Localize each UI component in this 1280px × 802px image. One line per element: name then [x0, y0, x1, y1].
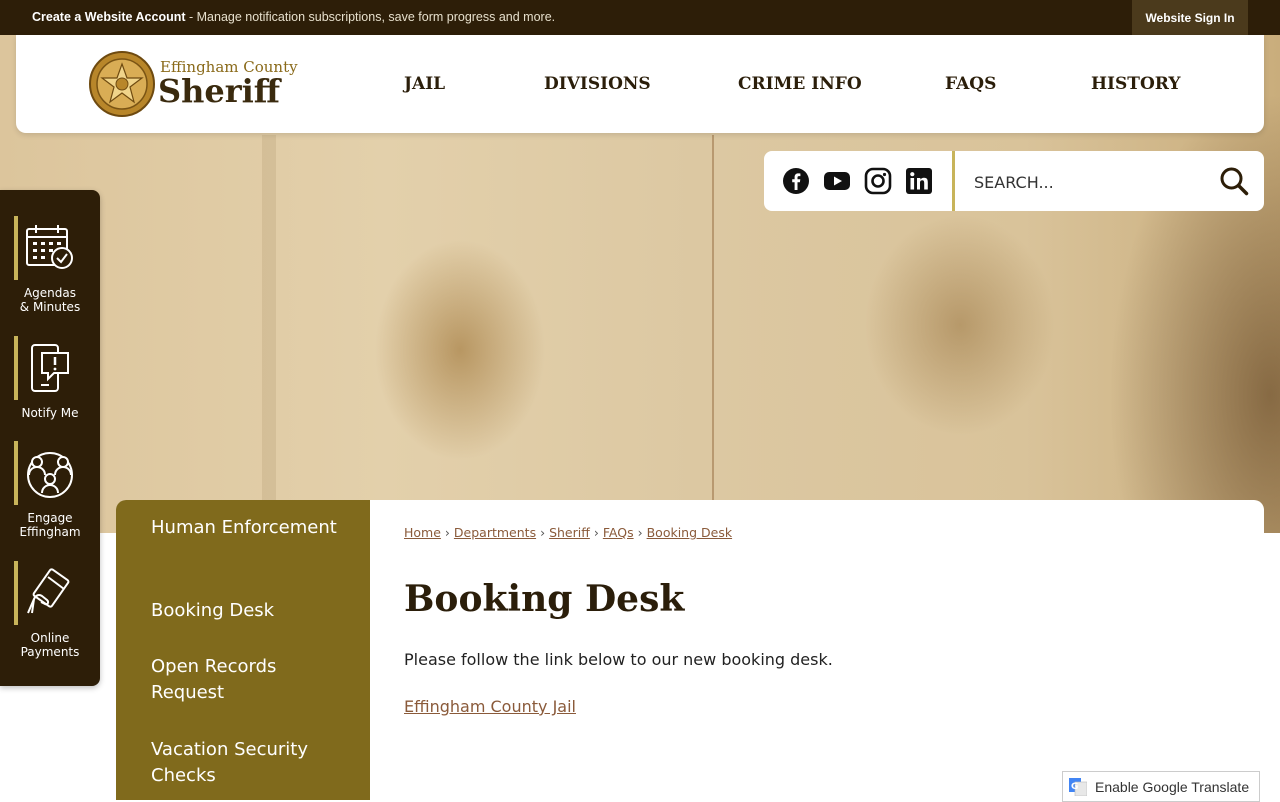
google-translate-button[interactable]: G Enable Google Translate — [1062, 771, 1260, 802]
svg-text:G: G — [1071, 782, 1078, 792]
sidebar-item-open-records-request[interactable]: Open Records Request — [151, 654, 341, 706]
hand-card-icon — [27, 568, 70, 614]
linkedin-icon[interactable] — [905, 167, 933, 195]
hero-texture — [262, 135, 276, 533]
calendar-check-icon — [26, 225, 73, 269]
quick-link-accent — [14, 216, 18, 280]
quick-link-label: Notify Me — [21, 406, 79, 420]
breadcrumb-faqs[interactable]: FAQs — [603, 525, 634, 540]
quick-link-accent — [14, 561, 18, 625]
create-account-description: - Manage notification subscriptions, sav… — [185, 10, 556, 24]
social-search-bar — [764, 151, 1264, 211]
search-input[interactable] — [972, 170, 1196, 194]
youtube-icon[interactable] — [823, 167, 851, 195]
phone-alert-icon — [31, 344, 69, 392]
sidebar-item-human-enforcement[interactable]: Human Enforcement — [151, 515, 341, 541]
quick-link-label: Agendas & Minutes — [19, 286, 81, 314]
search-divider — [952, 151, 955, 211]
nav-crime-info[interactable]: CRIME INFO — [738, 35, 862, 133]
facebook-icon[interactable] — [782, 167, 810, 195]
sidebar-item-vacation-security-checks[interactable]: Vacation Security Checks — [151, 737, 341, 789]
google-translate-icon: G — [1069, 777, 1087, 796]
quick-link-label: Engage Effingham — [19, 511, 81, 539]
sheriff-badge-icon — [89, 51, 155, 117]
breadcrumb-departments[interactable]: Departments — [454, 525, 536, 540]
logo-sheriff-text: Sheriff — [158, 72, 281, 110]
nav-divisions[interactable]: DIVISIONS — [544, 35, 651, 133]
breadcrumb-sheriff[interactable]: Sheriff — [549, 525, 590, 540]
breadcrumb-separator: › — [593, 525, 599, 540]
quick-link-label: Online Payments — [20, 631, 80, 659]
quick-link-engage-effingham[interactable]: Engage Effingham — [0, 441, 100, 551]
effingham-county-jail-link[interactable]: Effingham County Jail — [404, 697, 576, 716]
hero-crease — [712, 135, 714, 533]
create-account-link[interactable]: Create a Website Account — [32, 10, 186, 24]
breadcrumb: Home › Departments › Sheriff › FAQs › Booking De… — [404, 525, 732, 540]
quick-link-online-payments[interactable]: Online Payments — [0, 561, 100, 671]
sheriff-logo[interactable]: Effingham County Sheriff — [88, 50, 308, 120]
sidebar-item-booking-desk[interactable]: Booking Desk — [151, 598, 341, 624]
quick-link-notify-me[interactable]: Notify Me — [0, 336, 100, 446]
breadcrumb-booking-desk[interactable]: Booking Desk — [647, 525, 732, 540]
breadcrumb-separator: › — [637, 525, 643, 540]
nav-history[interactable]: HISTORY — [1091, 35, 1181, 133]
nav-faqs[interactable]: FAQS — [945, 35, 996, 133]
breadcrumb-separator: › — [540, 525, 546, 540]
breadcrumb-separator: › — [444, 525, 450, 540]
create-account-message[interactable]: Create a Website Account - Manage notifi… — [32, 10, 555, 24]
search-icon[interactable] — [1218, 165, 1250, 197]
left-sidebar-nav: Human Enforcement Booking Desk Open Reco… — [116, 500, 370, 800]
nav-jail[interactable]: JAIL — [404, 35, 445, 133]
page-description: Please follow the link below to our new … — [404, 650, 833, 669]
quick-link-agendas-minutes[interactable]: Agendas & Minutes — [0, 216, 100, 326]
quick-links-sidebar: Agendas & Minutes Notify Me Engage Effin… — [0, 190, 100, 686]
page-title: Booking Desk — [404, 578, 685, 620]
top-bar: Create a Website Account - Manage notifi… — [0, 0, 1280, 35]
quick-link-accent — [14, 441, 18, 505]
breadcrumb-home[interactable]: Home — [404, 525, 441, 540]
people-icon — [27, 452, 73, 498]
instagram-icon[interactable] — [864, 167, 892, 195]
site-header: Effingham County Sheriff JAIL DIVISIONS … — [16, 35, 1264, 133]
website-sign-in-button[interactable]: Website Sign In — [1132, 0, 1248, 35]
quick-link-accent — [14, 336, 18, 400]
translate-label: Enable Google Translate — [1095, 778, 1250, 795]
